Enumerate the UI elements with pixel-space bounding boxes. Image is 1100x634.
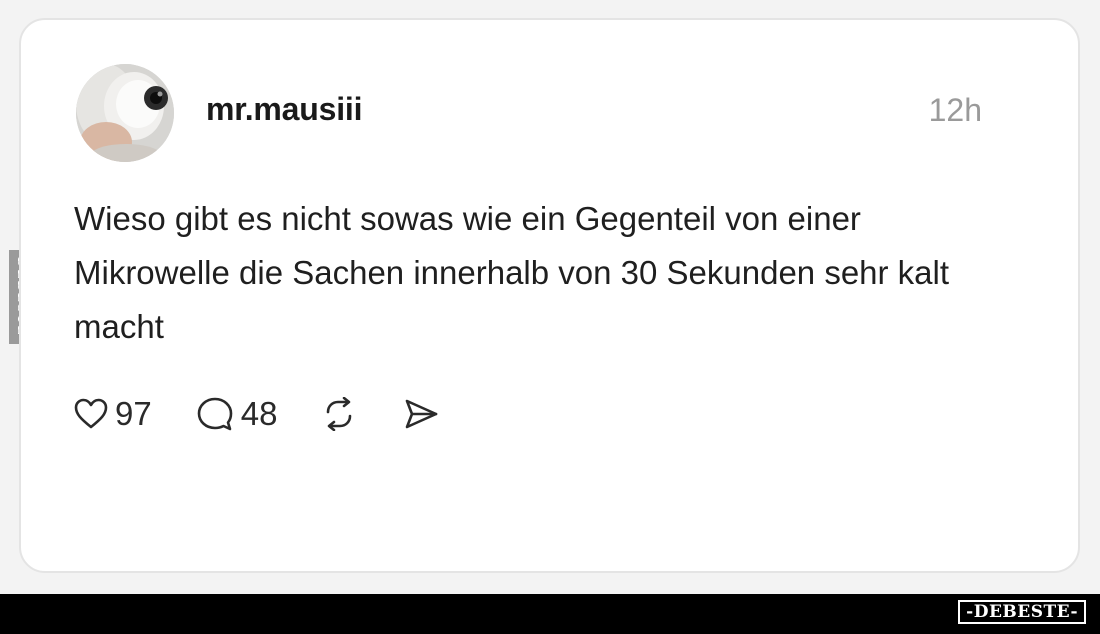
repost-icon: [327, 397, 352, 431]
avatar[interactable]: [76, 64, 174, 162]
heart-icon: [74, 398, 108, 429]
comment-bubble-icon: [197, 397, 233, 431]
avatar-image: [76, 64, 174, 162]
username[interactable]: mr.mausiii: [206, 91, 363, 128]
share-button[interactable]: [403, 397, 439, 431]
comment-button[interactable]: 48: [196, 395, 278, 433]
post-timestamp: 12h: [928, 92, 982, 128]
repost-button[interactable]: [321, 397, 357, 431]
like-count: 97: [115, 395, 152, 432]
footer-bar: -DEBESTE-: [0, 594, 1100, 634]
post-actions: 97 48: [74, 392, 439, 436]
footer-watermark: -DEBESTE-: [958, 600, 1086, 624]
comment-count: 48: [240, 395, 278, 432]
post-text: Wieso gibt es nicht sowas wie ein Gegent…: [74, 200, 950, 345]
send-icon: [406, 399, 438, 429]
like-button[interactable]: 97: [74, 395, 152, 433]
